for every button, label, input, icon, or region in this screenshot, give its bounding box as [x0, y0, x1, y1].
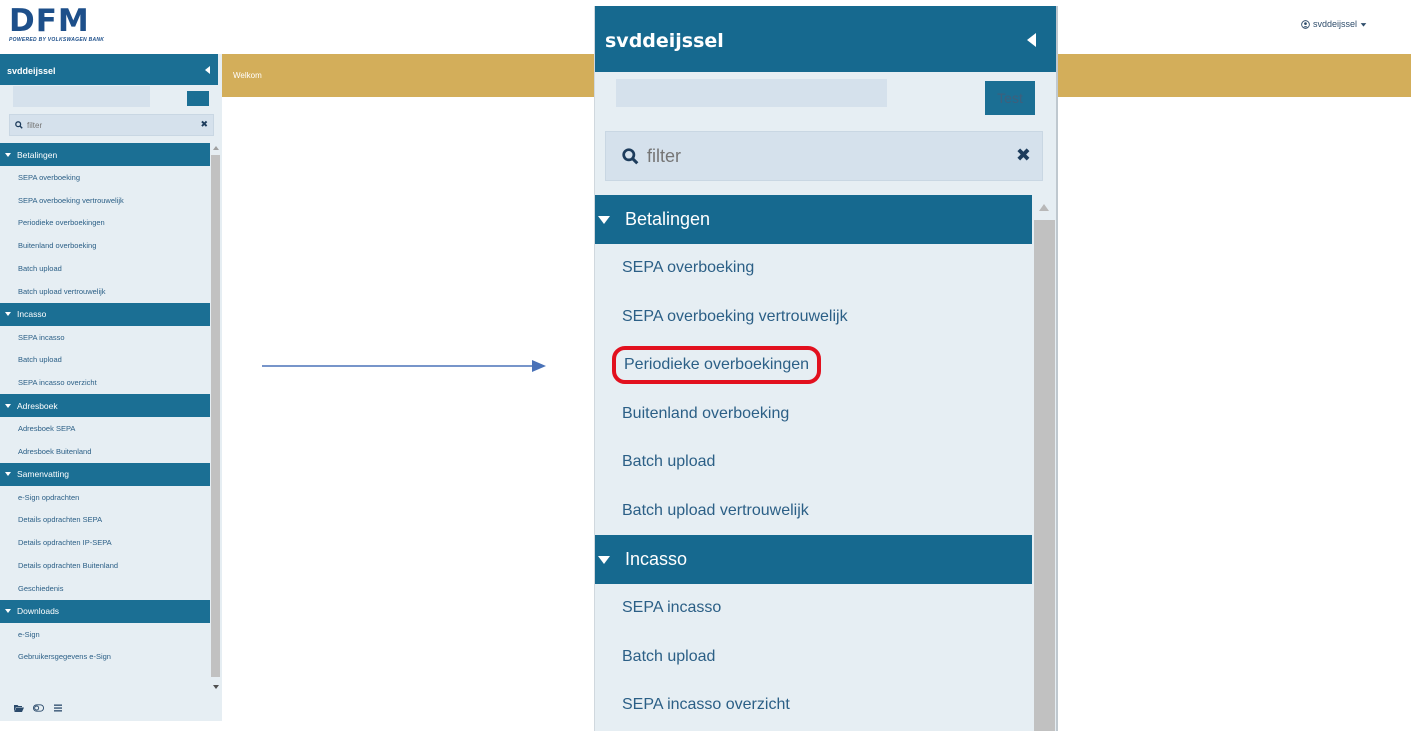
zoomed-menu-item[interactable]: SEPA incasso [595, 584, 1032, 633]
menu-item[interactable]: Periodieke overboekingen [0, 212, 210, 235]
zoomed-menu-item[interactable]: Batch upload [595, 438, 1032, 487]
scrollbar-thumb[interactable] [1034, 220, 1055, 731]
caret-down-icon [5, 152, 11, 157]
list-icon[interactable] [53, 704, 63, 712]
scroll-up-icon[interactable] [213, 146, 219, 150]
toggle-icon[interactable] [33, 704, 44, 712]
zoomed-menu-item[interactable]: SEPA incasso overzicht [595, 681, 1032, 730]
welcome-label: Welkom [233, 71, 262, 80]
logo-wordmark: DFM [9, 3, 119, 39]
menu-item[interactable]: Details opdrachten IP-SEPA [0, 531, 210, 554]
scrollbar-thumb[interactable] [211, 155, 220, 677]
zoomed-sidebar: svddeijssel Test ✖ Betalingen SEPA overb… [594, 6, 1058, 731]
sidebar-title: svddeijssel [7, 66, 56, 76]
user-circle-icon [1301, 19, 1310, 29]
user-name: svddeijssel [1312, 19, 1357, 29]
scroll-up-icon[interactable] [1039, 204, 1049, 211]
search-icon [622, 147, 639, 164]
menu-item[interactable]: SEPA overboeking [0, 166, 210, 189]
dfm-logo[interactable]: DFM POWERED BY VOLKSWAGEN BANK [9, 6, 119, 46]
user-menu[interactable]: svddeijssel [1301, 19, 1367, 29]
section-adresboek[interactable]: Adresboek [0, 394, 210, 418]
logo-tagline: POWERED BY VOLKSWAGEN BANK [9, 37, 105, 43]
caret-down-icon [5, 472, 11, 477]
menu-item[interactable]: SEPA overboeking vertrouwelijk [0, 189, 210, 212]
test-button[interactable]: Test [187, 91, 209, 106]
caret-down-icon [1360, 22, 1367, 27]
zoomed-menu-item[interactable]: SEPA overboeking [595, 244, 1032, 293]
zoomed-scrollbar[interactable] [1033, 195, 1056, 731]
zoomed-sidebar-header: svddeijssel [595, 6, 1056, 72]
caret-down-icon [5, 403, 11, 408]
menu-item[interactable]: Details opdrachten Buitenland [0, 554, 210, 577]
menu-item[interactable]: Batch upload vertrouwelijk [0, 280, 210, 303]
collapse-left-icon[interactable] [205, 66, 211, 74]
menu-item[interactable]: e-Sign [0, 623, 210, 646]
scroll-down-icon[interactable] [213, 685, 219, 689]
zoomed-test-button[interactable]: Test [985, 81, 1035, 115]
menu-item[interactable]: SEPA incasso [0, 326, 210, 349]
zoomed-filter-box[interactable]: ✖ [605, 131, 1043, 181]
caret-down-icon [5, 609, 11, 614]
zoomed-menu-item[interactable]: Batch upload [595, 633, 1032, 682]
menu-item[interactable]: Adresboek SEPA [0, 417, 210, 440]
zoomed-section-betalingen[interactable]: Betalingen [595, 195, 1032, 244]
menu-item[interactable]: Geschiedenis [0, 577, 210, 600]
zoomed-menu-item[interactable]: Buitenland overboeking [595, 390, 1032, 439]
zoomed-section-incasso[interactable]: Incasso [595, 535, 1032, 584]
menu-item[interactable]: Batch upload [0, 349, 210, 372]
section-incasso[interactable]: Incasso [0, 302, 210, 326]
caret-down-icon [598, 555, 610, 564]
menu-item[interactable]: Adresboek Buitenland [0, 440, 210, 463]
zoomed-environment-field [616, 79, 887, 107]
search-icon [15, 121, 23, 129]
zoomed-sidebar-menu: Betalingen SEPA overboeking SEPA overboe… [595, 195, 1032, 730]
menu-item[interactable]: Gebruikersgegevens e-Sign [0, 646, 210, 669]
sidebar-scrollbar[interactable] [210, 144, 221, 691]
menu-item[interactable]: Buitenland overboeking [0, 234, 210, 257]
section-downloads[interactable]: Downloads [0, 599, 210, 623]
zoomed-filter-input[interactable] [647, 145, 947, 167]
caret-down-icon [5, 312, 11, 317]
zoomed-menu-item[interactable]: Batch upload vertrouwelijk [595, 487, 1032, 536]
section-betalingen[interactable]: Betalingen [0, 143, 210, 166]
sidebar-footer [14, 704, 63, 712]
caret-down-icon [598, 215, 610, 224]
zoomed-sidebar-title: svddeijssel [605, 30, 724, 52]
highlight-box: Periodieke overboekingen [611, 346, 822, 385]
sidebar-header: svddeijssel [0, 54, 218, 85]
zoomed-menu-item-highlighted[interactable]: Periodieke overboekingen [595, 341, 1032, 390]
filter-box[interactable]: ✖ [9, 114, 214, 136]
filter-input[interactable] [27, 120, 187, 130]
folder-open-icon[interactable] [14, 704, 24, 712]
clear-filter-icon[interactable]: ✖ [1016, 146, 1031, 166]
logo-text: DFM [9, 3, 90, 39]
menu-item[interactable]: SEPA incasso overzicht [0, 371, 210, 394]
menu-item[interactable]: Details opdrachten SEPA [0, 509, 210, 532]
menu-item[interactable]: e-Sign opdrachten [0, 486, 210, 509]
environment-field [13, 86, 150, 107]
menu-item[interactable]: Batch upload [0, 257, 210, 280]
zoomed-menu-item[interactable]: SEPA overboeking vertrouwelijk [595, 293, 1032, 342]
sidebar-menu: Betalingen SEPA overboeking SEPA overboe… [0, 143, 210, 668]
clear-filter-icon[interactable]: ✖ [200, 120, 208, 130]
collapse-left-icon[interactable] [1027, 33, 1037, 47]
section-samenvatting[interactable]: Samenvatting [0, 462, 210, 486]
pointer-arrow [262, 360, 546, 372]
sidebar: svddeijssel Test ✖ Betalingen SEPA overb… [0, 54, 222, 721]
